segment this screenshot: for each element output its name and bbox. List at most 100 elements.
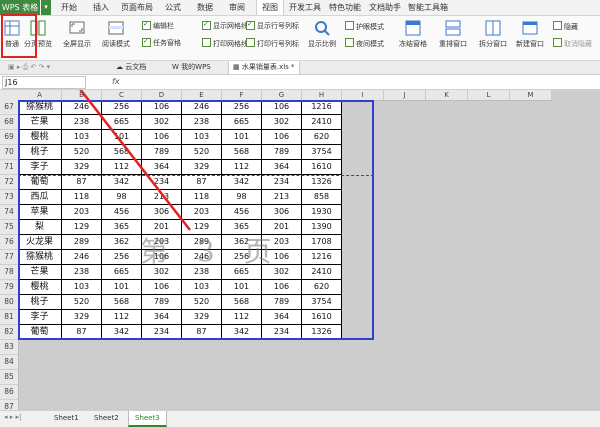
fx-icon[interactable]: fx <box>112 75 120 89</box>
table-cell[interactable]: 364 <box>262 160 302 175</box>
table-cell[interactable]: 猕猴桃 <box>18 100 62 115</box>
table-cell[interactable]: 620 <box>302 280 342 295</box>
table-cell[interactable]: 456 <box>222 205 262 220</box>
table-cell[interactable]: 306 <box>142 205 182 220</box>
table-cell[interactable]: 101 <box>102 130 142 145</box>
chevron-down-icon[interactable]: ▾ <box>41 0 51 15</box>
table-cell[interactable]: 101 <box>102 280 142 295</box>
zoom-button[interactable]: 显示比例 <box>305 19 339 49</box>
menu-tab-0[interactable]: 开始 <box>56 0 82 15</box>
column-header[interactable]: L <box>468 90 510 101</box>
nav-arrows-icon[interactable]: ◂ ▸ ▸| <box>4 413 21 421</box>
menu-tab-9[interactable]: 文档助手 <box>368 0 402 15</box>
table-cell[interactable]: 106 <box>142 130 182 145</box>
table-cell[interactable]: 789 <box>142 145 182 160</box>
table-cell[interactable]: 葡萄 <box>18 175 62 190</box>
table-cell[interactable]: 246 <box>62 100 102 115</box>
menu-tab-8[interactable]: 特色功能 <box>328 0 362 15</box>
table-cell[interactable]: 329 <box>182 310 222 325</box>
table-cell[interactable]: 西瓜 <box>18 190 62 205</box>
table-cell[interactable]: 256 <box>102 250 142 265</box>
table-cell[interactable]: 112 <box>222 160 262 175</box>
table-cell[interactable]: 246 <box>62 250 102 265</box>
table-cell[interactable]: 98 <box>222 190 262 205</box>
table-cell[interactable]: 342 <box>102 325 142 340</box>
table-cell[interactable]: 1326 <box>302 175 342 190</box>
table-cell[interactable]: 302 <box>262 115 302 130</box>
row-header[interactable]: 73 <box>0 190 19 205</box>
table-cell[interactable]: 101 <box>222 280 262 295</box>
table-cell[interactable]: 238 <box>62 115 102 130</box>
table-cell[interactable]: 665 <box>222 115 262 130</box>
row-header[interactable]: 80 <box>0 295 19 310</box>
table-cell[interactable]: 306 <box>262 205 302 220</box>
row-header[interactable]: 85 <box>0 370 19 385</box>
wps-app-button[interactable]: WPS 表格 <box>0 0 40 15</box>
sheet-tab-0[interactable]: Sheet1 <box>48 411 85 425</box>
table-cell[interactable]: 98 <box>102 190 142 205</box>
table-cell[interactable]: 789 <box>262 145 302 160</box>
table-cell[interactable]: 234 <box>262 325 302 340</box>
table-cell[interactable]: 203 <box>62 205 102 220</box>
table-cell[interactable]: 234 <box>142 325 182 340</box>
table-cell[interactable]: 520 <box>182 295 222 310</box>
table-cell[interactable]: 342 <box>102 175 142 190</box>
table-cell[interactable]: 342 <box>222 175 262 190</box>
table-cell[interactable]: 芒果 <box>18 265 62 280</box>
freeze-panes-button[interactable]: 冻结窗格 <box>396 19 430 49</box>
table-cell[interactable]: 112 <box>102 160 142 175</box>
table-cell[interactable]: 87 <box>62 325 102 340</box>
row-header[interactable]: 82 <box>0 325 19 340</box>
table-cell[interactable]: 106 <box>142 100 182 115</box>
table-cell[interactable]: 1930 <box>302 205 342 220</box>
table-cell[interactable]: 3754 <box>302 295 342 310</box>
table-cell[interactable]: 365 <box>102 220 142 235</box>
table-cell[interactable]: 101 <box>222 130 262 145</box>
table-cell[interactable]: 289 <box>62 235 102 250</box>
row-header[interactable]: 79 <box>0 280 19 295</box>
row-header[interactable]: 74 <box>0 205 19 220</box>
table-cell[interactable]: 238 <box>62 265 102 280</box>
menu-tab-7[interactable]: 开发工具 <box>288 0 322 15</box>
table-cell[interactable]: 620 <box>302 130 342 145</box>
table-cell[interactable]: 362 <box>102 235 142 250</box>
table-cell[interactable]: 858 <box>302 190 342 205</box>
split-window-button[interactable]: 拆分窗口 <box>476 19 510 49</box>
table-cell[interactable]: 87 <box>182 325 222 340</box>
ribbon-checkbox-2[interactable]: 显示行号列标 <box>246 21 299 31</box>
name-box[interactable]: J16 <box>2 76 86 89</box>
table-cell[interactable]: 213 <box>142 190 182 205</box>
table-cell[interactable]: 106 <box>262 280 302 295</box>
table-cell[interactable]: 1610 <box>302 160 342 175</box>
table-cell[interactable]: 234 <box>142 175 182 190</box>
table-cell[interactable]: 364 <box>262 310 302 325</box>
row-header[interactable]: 67 <box>0 100 19 115</box>
row-header[interactable]: 81 <box>0 310 19 325</box>
row-header[interactable]: 78 <box>0 265 19 280</box>
doc-tab-mywps[interactable]: W 我的WPS <box>168 61 215 74</box>
row-header[interactable]: 76 <box>0 235 19 250</box>
table-cell[interactable]: 329 <box>62 310 102 325</box>
menu-tab-2[interactable]: 页面布局 <box>120 0 154 15</box>
full-screen-button[interactable]: 全屏显示 <box>60 19 94 49</box>
menu-tab-3[interactable]: 公式 <box>160 0 186 15</box>
table-cell[interactable]: 246 <box>182 100 222 115</box>
sheet-area[interactable]: ABCDEFGHIJKLM 67 猕猴桃 246 256 106 246 256 106 121… <box>0 90 600 415</box>
table-cell[interactable]: 苹果 <box>18 205 62 220</box>
table-cell[interactable]: 118 <box>182 190 222 205</box>
table-cell[interactable]: 520 <box>62 145 102 160</box>
ribbon-checkbox-5[interactable]: 打印行号列标 <box>246 38 299 48</box>
table-cell[interactable]: 665 <box>102 265 142 280</box>
table-cell[interactable]: 665 <box>102 115 142 130</box>
table-cell[interactable]: 256 <box>222 100 262 115</box>
table-cell[interactable]: 2410 <box>302 115 342 130</box>
table-cell[interactable]: 302 <box>142 115 182 130</box>
table-cell[interactable]: 103 <box>182 280 222 295</box>
unhide-button[interactable]: 取消隐藏 <box>553 38 592 48</box>
table-cell[interactable]: 106 <box>262 100 302 115</box>
arrange-windows-button[interactable]: 重排窗口 <box>436 19 470 49</box>
table-cell[interactable]: 87 <box>62 175 102 190</box>
table-cell[interactable]: 火龙果 <box>18 235 62 250</box>
reading-mode-button[interactable]: 阅读模式 <box>97 19 135 49</box>
table-cell[interactable]: 234 <box>262 175 302 190</box>
